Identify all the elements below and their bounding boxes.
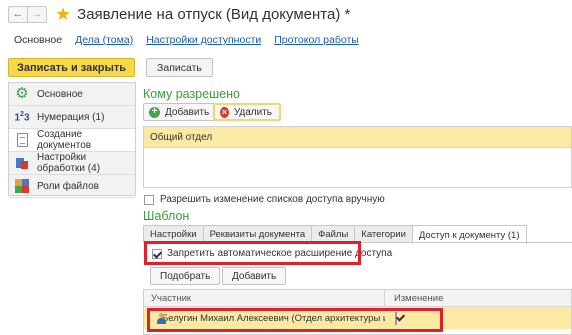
save-button[interactable]: Записать: [146, 58, 213, 77]
sidebar-item-label: Настройки обработки (4): [37, 152, 101, 174]
allowed-name: Общий отдел: [150, 131, 213, 143]
plus-icon: +: [149, 106, 160, 118]
settings-sidebar: ⚙ Основное 123 Нумерация (1) Создание до…: [8, 82, 136, 198]
form-nav-tabs: Основное Дела (тома) Настройки доступнос…: [0, 30, 359, 50]
nav-tab-log[interactable]: Протокол работы: [274, 34, 359, 46]
nav-tab-availability[interactable]: Настройки доступности: [146, 34, 261, 46]
command-bar: Записать и закрыть Записать: [8, 58, 213, 77]
arrow-left-icon: ←: [12, 8, 24, 20]
favorite-star-icon[interactable]: ★: [55, 5, 71, 23]
add-allowed-button[interactable]: + Добавить: [143, 103, 218, 121]
nav-tab-cases[interactable]: Дела (тома): [75, 34, 133, 46]
document-icon: [14, 132, 30, 148]
allow-manual-change-option[interactable]: Разрешить изменение списков доступа вруч…: [144, 194, 385, 205]
sidebar-item-numbering[interactable]: 123 Нумерация (1): [9, 106, 135, 129]
gear-icon: ⚙: [15, 85, 29, 102]
window-title: Заявление на отпуск (Вид документа) *: [77, 5, 351, 23]
highlight-frame: [144, 241, 361, 265]
file-roles-icon: [14, 178, 30, 194]
delete-allowed-button[interactable]: × Удалить: [213, 103, 281, 121]
processing-settings-icon: [14, 155, 30, 171]
allow-manual-change-checkbox[interactable]: [144, 194, 154, 205]
forward-button[interactable]: →: [27, 5, 47, 23]
sidebar-item-document-creation[interactable]: Создание документов: [9, 129, 135, 152]
title-bar: ← → ★ Заявление на отпуск (Вид документа…: [0, 0, 572, 28]
sidebar-item-file-roles[interactable]: Роли файлов: [9, 175, 135, 198]
sidebar-item-label: Создание документов: [37, 129, 92, 151]
add-allowed-label: Добавить: [165, 106, 210, 118]
sidebar-item-main[interactable]: ⚙ Основное: [9, 83, 135, 106]
add-participant-button[interactable]: Добавить: [222, 267, 287, 285]
allow-manual-change-label: Разрешить изменение списков доступа вруч…: [160, 194, 385, 205]
select-participants-button[interactable]: Подобрать: [150, 267, 221, 285]
allowed-list[interactable]: Общий отдел: [143, 126, 572, 188]
sidebar-item-label: Роли файлов: [37, 180, 99, 192]
column-header-participant[interactable]: Участник: [144, 290, 385, 306]
sidebar-item-label: Нумерация (1): [37, 111, 105, 123]
back-button[interactable]: ←: [8, 5, 28, 23]
sidebar-item-label: Основное: [37, 88, 83, 100]
arrow-right-icon: →: [31, 8, 43, 20]
table-header: Участник Изменение: [144, 290, 571, 307]
list-item[interactable]: Общий отдел: [144, 127, 571, 148]
numbering-icon: 123: [14, 110, 30, 124]
template-section-title: Шаблон: [143, 209, 190, 223]
save-and-close-button[interactable]: Записать и закрыть: [8, 58, 136, 77]
delete-allowed-label: Удалить: [233, 106, 272, 118]
tab-categories[interactable]: Категории: [354, 225, 413, 243]
delete-icon: ×: [220, 106, 229, 118]
highlight-frame: [147, 308, 443, 332]
nav-tab-main[interactable]: Основное: [14, 34, 62, 46]
sidebar-item-processing-settings[interactable]: Настройки обработки (4): [9, 152, 135, 175]
allowed-section-title: Кому разрешено: [143, 87, 240, 101]
column-header-change[interactable]: Изменение: [385, 293, 443, 304]
